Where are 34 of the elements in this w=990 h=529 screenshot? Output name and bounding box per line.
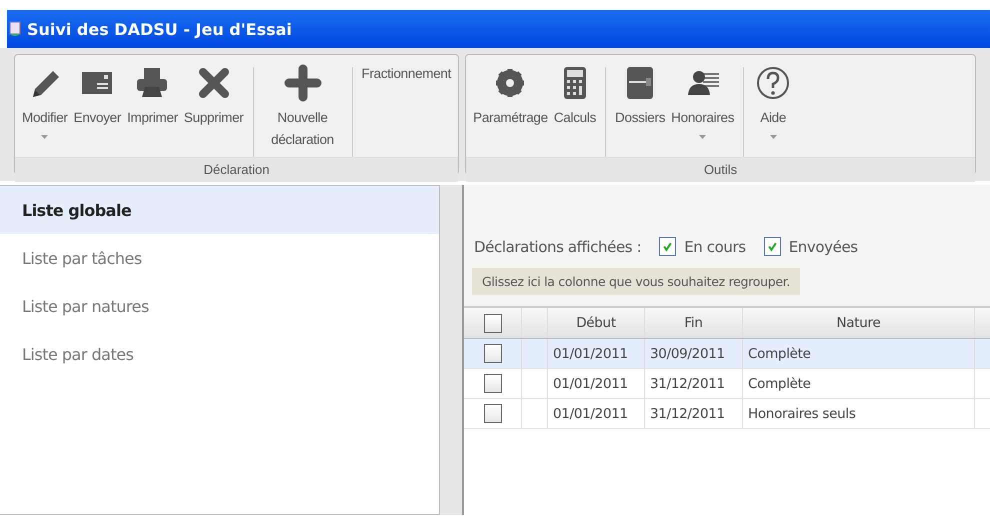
filter-label: Déclarations affichées : — [474, 238, 642, 256]
toolbar-button[interactable]: Imprimer — [124, 59, 181, 133]
table-cell: 30/09/2011 — [645, 339, 743, 368]
toolbar-button[interactable]: Dossiers — [612, 59, 668, 133]
table-cell: 01/01/2011 — [548, 399, 645, 428]
column-header[interactable]: Début — [548, 308, 645, 338]
toolbar-button[interactable]: Fractionnement — [358, 59, 454, 89]
table-cell: Complète — [743, 339, 975, 368]
toolbar-button[interactable]: Envoyer — [70, 59, 124, 133]
column-header[interactable]: Fin — [645, 308, 743, 338]
toolbar-button[interactable]: Calculs — [550, 59, 600, 133]
toolbar-button[interactable]: Supprimer — [180, 59, 246, 133]
toolbar-button[interactable]: Aide — [750, 59, 796, 143]
table-cell: 01/01/2011 — [548, 369, 645, 398]
filter-checkbox[interactable]: Envoyées — [764, 237, 858, 256]
window-title: Suivi des DADSU - Jeu d'Essai — [27, 20, 292, 38]
group-label: Outils — [466, 157, 975, 182]
table-row[interactable]: 01/01/2011 31/12/2011 Complète — [464, 369, 990, 399]
table-cell: Complète — [743, 369, 975, 398]
table-cell: 31/12/2011 — [645, 399, 743, 428]
column-header[interactable]: Nature — [743, 308, 975, 338]
toolbar-button[interactable]: Nouvelle déclaration — [260, 59, 346, 155]
table-row[interactable]: 01/01/2011 31/12/2011 Honoraires seuls — [464, 399, 990, 429]
toolbar-button[interactable]: Modifier — [19, 59, 71, 143]
group-label: Déclaration — [15, 157, 458, 182]
group-drop-area: Glissez ici la colonne que vous souhaitez regrouper. — [472, 268, 800, 295]
toolbar-button[interactable]: Paramétrage — [470, 59, 551, 133]
sidebar-item[interactable]: Liste globale — [0, 186, 439, 234]
table-row[interactable]: 01/01/2011 30/09/2011 Complète — [464, 339, 990, 369]
table-cell: Honoraires seuls — [743, 399, 975, 428]
table-cell: 31/12/2011 — [645, 369, 743, 398]
filter-checkbox[interactable]: En cours — [659, 237, 746, 256]
toolbar-button[interactable]: Honoraires — [668, 59, 738, 143]
table-cell: 01/01/2011 — [548, 339, 645, 368]
